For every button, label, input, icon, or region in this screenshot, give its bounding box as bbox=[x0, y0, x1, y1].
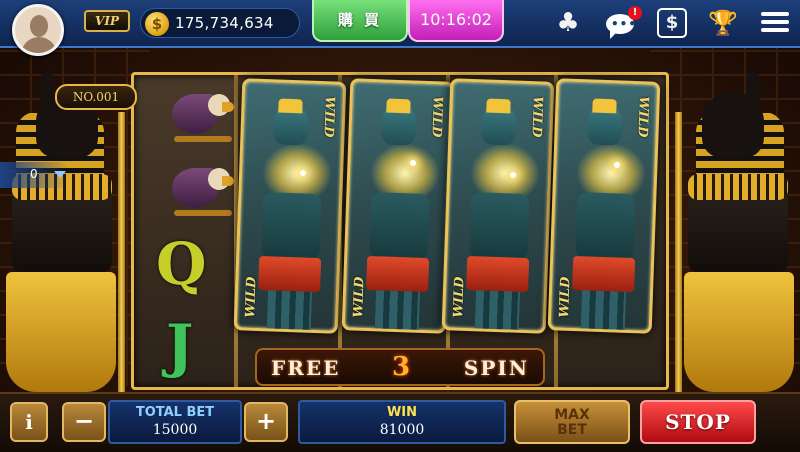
q-symbol: Q bbox=[156, 230, 207, 298]
max-bet-button[interactable]: MAX BET bbox=[514, 400, 630, 444]
j-symbol: J bbox=[166, 312, 194, 380]
info-button[interactable]: i bbox=[10, 402, 48, 442]
sparkle-effect bbox=[614, 162, 620, 168]
wild-card: WILD WILD bbox=[233, 78, 347, 334]
vip-badge[interactable]: VIP bbox=[84, 10, 130, 32]
avatar[interactable] bbox=[12, 4, 64, 56]
total-bet-value: 15000 bbox=[152, 422, 198, 438]
wild-label: WILD bbox=[351, 276, 368, 318]
sparkle-effect bbox=[300, 170, 306, 176]
wild-label: WILD bbox=[428, 96, 445, 138]
coin-balance: $ 175,734,634 bbox=[140, 8, 300, 38]
machine-number-badge: NO.001 bbox=[55, 84, 137, 110]
wild-label: WILD bbox=[243, 276, 260, 318]
anubis-statue-left bbox=[0, 72, 132, 402]
win-label: WIN bbox=[386, 405, 418, 420]
increase-bet-button[interactable]: + bbox=[244, 402, 288, 442]
sparkle-effect bbox=[510, 172, 516, 178]
clock-display: 10:16:02 bbox=[408, 0, 504, 42]
free-spin-banner: FREE 3 SPIN bbox=[255, 348, 545, 386]
sparkle-effect bbox=[410, 160, 416, 166]
wild-label: WILD bbox=[528, 96, 545, 138]
wild-label: WILD bbox=[634, 96, 651, 138]
bottom-control-bar: i − TOTAL BET 15000 + WIN 81000 MAX BET … bbox=[0, 392, 800, 452]
win-value: 81000 bbox=[379, 422, 425, 438]
menu-icon[interactable] bbox=[760, 8, 790, 38]
free-spin-count: 3 bbox=[391, 352, 411, 382]
side-counter-value: 0 bbox=[30, 167, 38, 181]
total-bet-label: TOTAL BET bbox=[135, 405, 215, 420]
coin-balance-value: 175,734,634 bbox=[175, 14, 274, 32]
free-label: FREE bbox=[271, 356, 341, 380]
decrease-bet-button[interactable]: − bbox=[62, 402, 106, 442]
max-label: MAX bbox=[554, 407, 590, 423]
stop-button[interactable]: STOP bbox=[640, 400, 756, 444]
spin-label: SPIN bbox=[463, 356, 529, 380]
bet-label: BET bbox=[557, 422, 587, 438]
wild-card: WILD WILD bbox=[341, 78, 455, 334]
dollar-exchange-icon[interactable]: $ bbox=[657, 8, 687, 38]
chevron-down-icon bbox=[54, 171, 66, 178]
buy-button[interactable]: 購 買 bbox=[312, 0, 408, 42]
wild-card: WILD WILD bbox=[441, 78, 555, 334]
anubis-statue-right bbox=[668, 72, 800, 402]
wild-label: WILD bbox=[320, 96, 337, 138]
clover-icon[interactable]: ♣ bbox=[553, 8, 583, 38]
chat-icon[interactable]: ••• ! bbox=[604, 6, 642, 39]
side-counter[interactable]: 0 bbox=[0, 162, 70, 188]
total-bet-display: TOTAL BET 15000 bbox=[108, 400, 242, 444]
top-bar: VIP $ 175,734,634 購 買 10:16:02 ♣ ••• ! $… bbox=[0, 0, 800, 48]
trophy-icon[interactable]: 🏆 bbox=[708, 8, 738, 38]
win-display: WIN 81000 bbox=[298, 400, 506, 444]
wild-label: WILD bbox=[451, 276, 468, 318]
notification-badge: ! bbox=[628, 6, 642, 20]
wild-card: WILD WILD bbox=[547, 78, 661, 334]
coin-icon: $ bbox=[145, 12, 169, 36]
wild-label: WILD bbox=[557, 276, 574, 318]
vulture-symbol bbox=[172, 162, 234, 218]
vulture-symbol bbox=[172, 88, 234, 144]
